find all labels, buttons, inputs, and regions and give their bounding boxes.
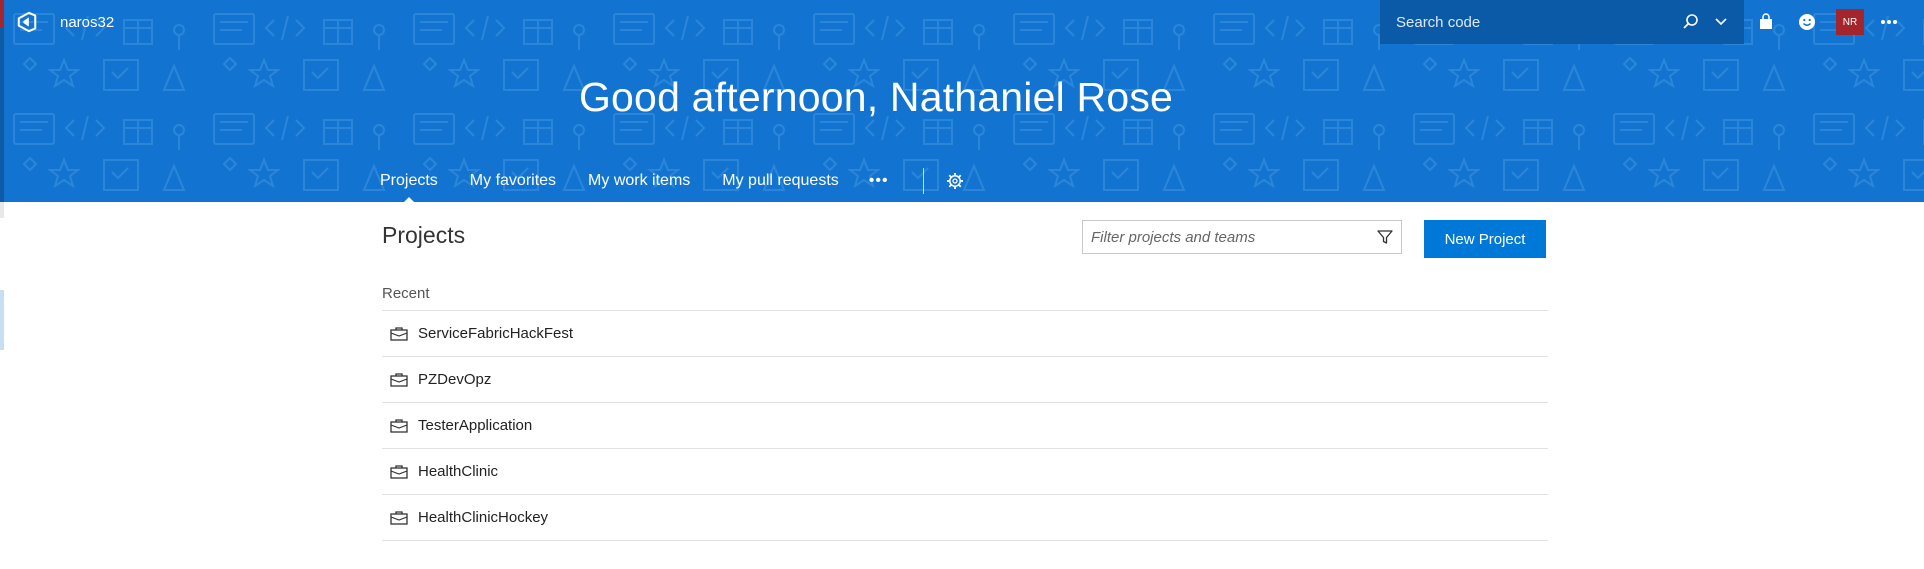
chevron-down-icon[interactable] [1706,0,1736,44]
hub-nav: Projects My favorites My work items My p… [380,168,964,202]
tab-my-pull-requests[interactable]: My pull requests [722,168,839,194]
project-name[interactable]: HealthClinicHockey [418,509,548,526]
project-briefcase-icon [390,372,410,388]
project-briefcase-icon [390,326,410,342]
page-title: Projects [382,222,466,248]
search-icon[interactable] [1676,0,1706,44]
projects-page: Projects New Project Recent ServiceFabri… [382,202,1548,541]
gear-icon[interactable] [946,172,964,190]
hero-banner: naros32 NR Good afternoon, Nathaniel Ros… [4,0,1924,202]
filter-icon[interactable] [1369,221,1401,253]
project-item[interactable]: HealthClinicHockey [382,495,1548,541]
tab-projects[interactable]: Projects [380,168,438,202]
filter-box [1082,220,1402,254]
left-edge-highlight [0,290,4,350]
vsts-logo-icon[interactable] [16,11,38,33]
project-briefcase-icon [390,418,410,434]
project-briefcase-icon [390,464,410,480]
org-name[interactable]: naros32 [60,14,114,31]
project-briefcase-icon [390,510,410,526]
project-item[interactable]: ServiceFabricHackFest [382,311,1548,357]
project-item[interactable]: TesterApplication [382,403,1548,449]
greeting-title: Good afternoon, Nathaniel Rose [578,74,1174,120]
more-horizontal-icon[interactable] [1875,8,1903,36]
project-name[interactable]: HealthClinic [418,463,498,480]
projects-header: Projects New Project [382,202,1548,272]
project-item[interactable]: HealthClinic [382,449,1548,495]
new-project-button[interactable]: New Project [1424,220,1546,258]
top-right-toolbar: NR [1752,8,1916,36]
project-item[interactable]: PZDevOpz [382,357,1548,403]
marketplace-bag-icon[interactable] [1752,8,1780,36]
avatar[interactable]: NR [1836,9,1864,35]
smiley-feedback-icon[interactable] [1793,8,1821,36]
tab-my-favorites[interactable]: My favorites [470,168,556,194]
project-name[interactable]: PZDevOpz [418,371,491,388]
recent-section-label: Recent [382,285,430,302]
more-tabs-icon[interactable]: ••• [869,172,889,190]
search-input[interactable] [1380,0,1676,44]
brand: naros32 [16,10,114,34]
nav-divider [922,168,924,194]
left-edge-gap [0,202,4,218]
search-box [1380,0,1744,44]
tab-my-work-items[interactable]: My work items [588,168,690,194]
project-list: ServiceFabricHackFest PZDevOpz TesterApp… [382,310,1548,541]
project-name[interactable]: ServiceFabricHackFest [418,325,573,342]
project-name[interactable]: TesterApplication [418,417,532,434]
filter-projects-input[interactable] [1083,221,1369,253]
